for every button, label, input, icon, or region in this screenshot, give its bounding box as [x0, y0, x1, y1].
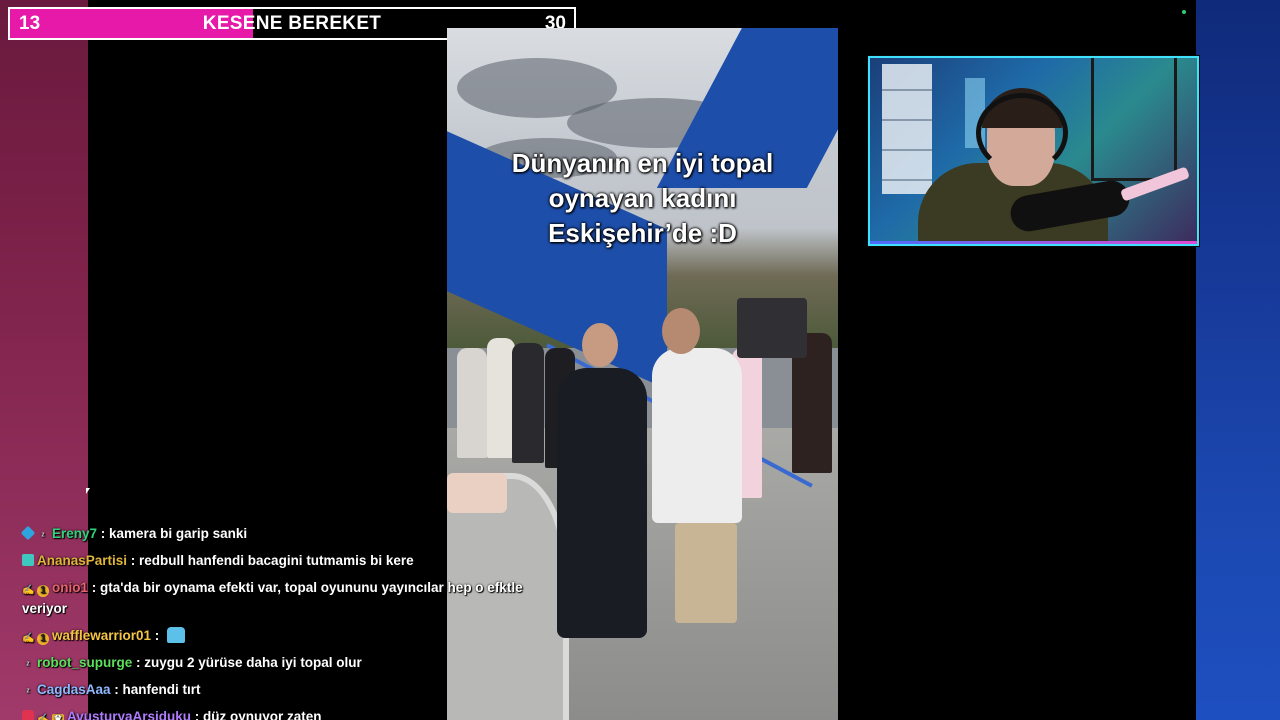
- chat-username[interactable]: AvusturyaArsiduku: [67, 709, 191, 720]
- chat-separator: :: [88, 580, 100, 595]
- shelf-divider: [882, 89, 932, 91]
- video-woman-head: [582, 323, 618, 367]
- chat-separator: :: [110, 682, 123, 697]
- video-man-legs: [675, 523, 737, 623]
- sub-badge-icon: 1: [37, 633, 49, 645]
- chat-username[interactable]: CagdasAaa: [37, 682, 111, 697]
- cube-badge-icon: [20, 525, 36, 541]
- emote-icon: [167, 627, 186, 643]
- crown-badge-icon: ♛: [52, 714, 64, 720]
- video-woman: [557, 368, 647, 638]
- gem-badge-icon: [22, 710, 34, 720]
- chat-username[interactable]: AnanasPartisi: [37, 553, 127, 568]
- chat-separator: :: [97, 526, 110, 541]
- video-pastry-plate: [447, 473, 507, 513]
- shelf-divider: [882, 149, 932, 151]
- chat-username[interactable]: Ereny7: [52, 526, 97, 541]
- video-crowd-person: [512, 343, 544, 463]
- zzz-badge-icon: ᶻ: [26, 687, 30, 698]
- chat-message-text: kamera bi garip sanki: [109, 526, 248, 541]
- zzz-badge-icon: ᶻ: [41, 531, 45, 542]
- chat-message-text: zuygu 2 yürüse daha iyi topal olur: [144, 655, 362, 670]
- stream-overlay: 13 KESENE BEREKET 30 Dünyanın en iyi top…: [0, 0, 1280, 720]
- mouse-cursor-icon: [86, 488, 90, 494]
- chat-message: ᶻ robot_supurge : zuygu 2 yürüse daha iyi…: [16, 649, 556, 676]
- grid-badge-icon: [22, 554, 34, 566]
- right-background-panel: [1196, 0, 1280, 720]
- video-crowd-person: [457, 348, 487, 458]
- chat-overlay: ᶻ Ereny7 : kamera bi garip sanki AnanasPar…: [16, 520, 556, 720]
- headset-icon: [976, 93, 1068, 173]
- sub-badge-icon: 1: [37, 585, 49, 597]
- chat-message-text: düz oynuyor zaten: [203, 709, 322, 720]
- webcam-frame: [868, 56, 1199, 246]
- chat-separator: :: [191, 709, 204, 720]
- video-man: [652, 348, 742, 523]
- live-indicator-dot: [1182, 10, 1186, 14]
- chat-message-text: redbull hanfendi bacagini tutmamis bi ke…: [139, 553, 414, 568]
- chat-message: ᶻ Ereny7 : kamera bi garip sanki: [16, 520, 556, 547]
- chat-message-text: hanfendi tırt: [122, 682, 201, 697]
- webcam-border-accent: [870, 241, 1197, 244]
- chat-username[interactable]: robot_supurge: [37, 655, 132, 670]
- webcam-bookshelf: [882, 64, 932, 194]
- shelf-divider: [882, 119, 932, 121]
- chat-message: ✍ 1 onio1 : gta'da bir oynama efekti var, …: [16, 574, 556, 622]
- hand-badge-icon: ✍: [22, 633, 35, 644]
- hand-badge-icon: ✍: [22, 585, 35, 596]
- chat-separator: :: [132, 655, 145, 670]
- shelf-divider: [882, 179, 932, 181]
- chat-message: ✍ 1 wafflewarrior01 :: [16, 622, 556, 649]
- chat-username[interactable]: onio1: [52, 580, 88, 595]
- chat-separator: :: [151, 628, 164, 643]
- video-man-head: [662, 308, 700, 354]
- video-caption: Dünyanın en iyi topal oynayan kadını Esk…: [511, 148, 774, 248]
- chat-username[interactable]: wafflewarrior01: [52, 628, 151, 643]
- chat-message: AnanasPartisi : redbull hanfendi bacagin…: [16, 547, 556, 574]
- webcam-right-shelf: [1091, 58, 1177, 181]
- video-truck: [737, 298, 807, 358]
- chat-message: ✍ ♛ AvusturyaArsiduku : düz oynuyor zaten: [16, 703, 556, 720]
- video-crowd-person: [487, 338, 515, 458]
- chat-message: ᶻ CagdasAaa : hanfendi tırt: [16, 676, 556, 703]
- zzz-badge-icon: ᶻ: [26, 660, 30, 671]
- hand-badge-icon: ✍: [37, 714, 50, 720]
- chat-separator: :: [127, 553, 140, 568]
